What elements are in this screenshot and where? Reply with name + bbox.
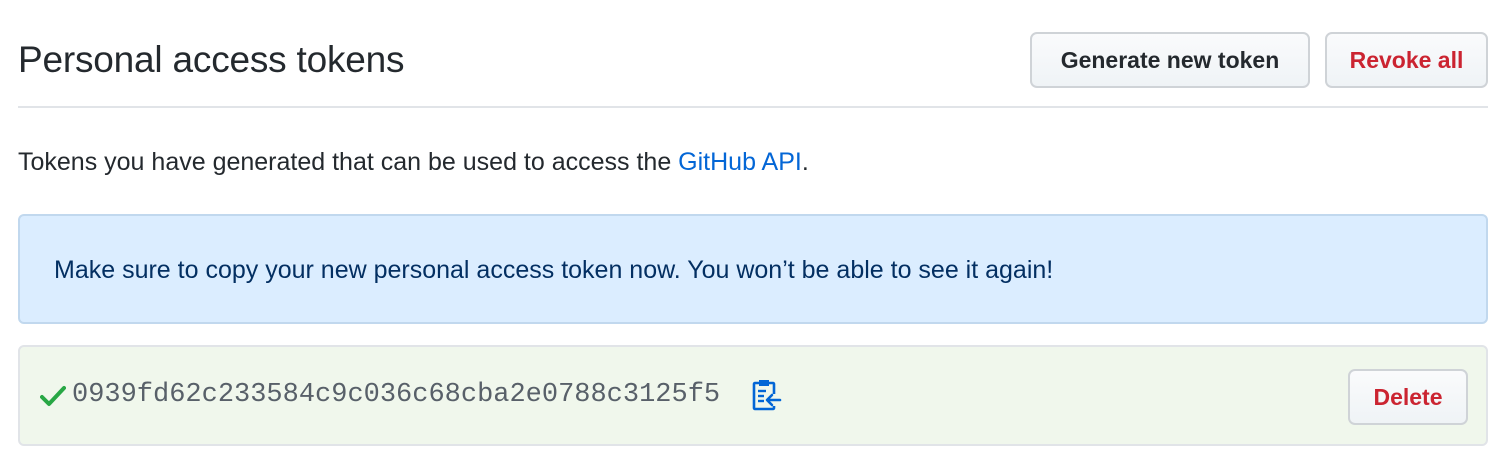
token-value: 0939fd62c233584c9c036c68cba2e0788c3125f5 [72, 380, 721, 410]
page-header: Personal access tokens Generate new toke… [18, 0, 1488, 108]
generate-new-token-button[interactable]: Generate new token [1030, 32, 1310, 88]
page-title: Personal access tokens [18, 39, 405, 80]
copy-token-notice: Make sure to copy your new personal acce… [18, 214, 1488, 324]
copy-token-notice-text: Make sure to copy your new personal acce… [54, 256, 1054, 284]
delete-token-button[interactable]: Delete [1348, 369, 1468, 425]
clipboard-icon[interactable] [752, 378, 782, 412]
description-text: Tokens you have generated that can be us… [18, 148, 679, 176]
tokens-description: Tokens you have generated that can be us… [18, 145, 809, 179]
new-token-row: 0939fd62c233584c9c036c68cba2e0788c3125f5… [18, 345, 1488, 446]
revoke-all-button[interactable]: Revoke all [1325, 32, 1488, 88]
description-period: . [801, 148, 809, 176]
check-icon [40, 386, 66, 406]
github-api-link[interactable]: GitHub API [678, 148, 802, 176]
